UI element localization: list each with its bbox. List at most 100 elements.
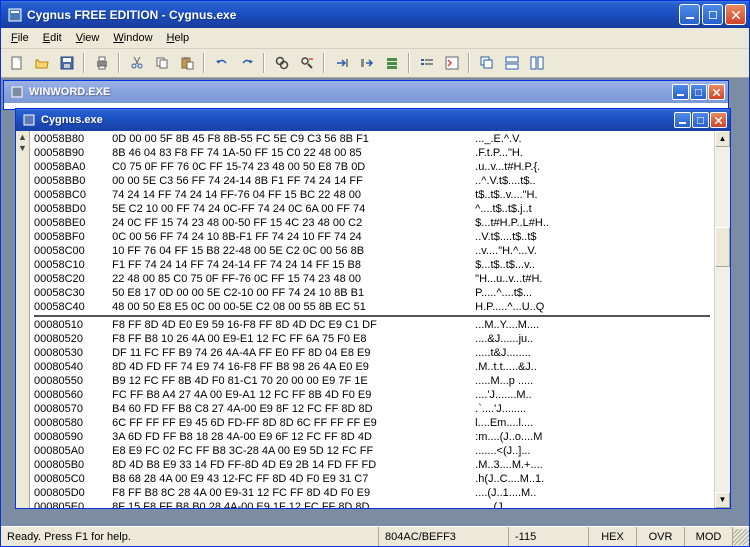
- menu-view[interactable]: View: [70, 30, 106, 46]
- scrollbar-track[interactable]: [715, 147, 730, 492]
- main-window: Cygnus FREE EDITION - Cygnus.exe File Ed…: [0, 0, 750, 547]
- document-icon: [21, 112, 37, 128]
- hex-ascii: .M..t.t.....&J..: [466, 360, 710, 374]
- open-button[interactable]: [30, 52, 53, 74]
- hex-bytes: B8 68 28 4A 00 E9 43 12-FC FF 8D 4D F0 E…: [106, 472, 466, 486]
- hex-row[interactable]: 00058BD0 5E C2 10 00 FF 74 24 0C-FF 74 2…: [34, 202, 710, 216]
- hex-row[interactable]: 00058BA0 C0 75 0F FF 76 0C FF 15-74 23 4…: [34, 160, 710, 174]
- tile-horizontal-button[interactable]: [500, 52, 523, 74]
- undo-button[interactable]: [210, 52, 233, 74]
- menu-help[interactable]: Help: [161, 30, 196, 46]
- hex-ascii: ......(J........: [466, 500, 710, 508]
- hex-row[interactable]: 000805B0 8D 4D B8 E9 33 14 FD FF-8D 4D E…: [34, 458, 710, 472]
- hex-ascii: ^....t$..t$.j..t: [466, 202, 710, 216]
- child-titlebar-cygnus[interactable]: Cygnus.exe: [16, 109, 730, 131]
- hex-address: 00080590: [34, 430, 106, 444]
- child-maximize-button[interactable]: [690, 84, 707, 100]
- menubar: File Edit View Window Help: [1, 28, 749, 49]
- child-title: WINWORD.EXE: [29, 86, 672, 98]
- hex-address: 00080560: [34, 388, 106, 402]
- child-minimize-button[interactable]: [674, 112, 691, 128]
- hex-row[interactable]: 00080590 3A 6D FD FF B8 18 28 4A-00 E9 6…: [34, 430, 710, 444]
- hex-row[interactable]: 00058BB0 00 00 5E C3 56 FF 74 24-14 8B F…: [34, 174, 710, 188]
- minimize-button[interactable]: [679, 4, 700, 25]
- scrollbar-down-button[interactable]: ▼: [715, 492, 730, 508]
- hex-row[interactable]: 00080540 8D 4D FD FF 74 E9 74 16-F8 FF B…: [34, 360, 710, 374]
- hex-row[interactable]: 00080520 F8 FF B8 10 26 4A 00 E9-E1 12 F…: [34, 332, 710, 346]
- status-value: -115: [509, 527, 589, 546]
- scrollbar-up-button[interactable]: ▲: [715, 131, 730, 147]
- scroll-down-icon[interactable]: ▼: [18, 143, 28, 153]
- tile-vertical-button[interactable]: [525, 52, 548, 74]
- maximize-button[interactable]: [702, 4, 723, 25]
- hex-address: 00080530: [34, 346, 106, 360]
- hex-bytes: 10 FF 76 04 FF 15 B8 22-48 00 5E C2 0C 0…: [106, 244, 466, 258]
- hex-row[interactable]: 000805C0 B8 68 28 4A 00 E9 43 12-FC FF 8…: [34, 472, 710, 486]
- status-address: 804AC/BEFF3: [379, 527, 509, 546]
- menu-file[interactable]: File: [5, 30, 35, 46]
- toolbar-separator: [468, 53, 470, 73]
- hex-ascii: t$..t$..v...."H.: [466, 188, 710, 202]
- hex-row[interactable]: 00080550 B9 12 FC FF 8B 4D F0 81-C1 70 2…: [34, 374, 710, 388]
- bookmark-button[interactable]: [380, 52, 403, 74]
- child-close-button[interactable]: [710, 112, 727, 128]
- hex-row[interactable]: 00058B90 8B 46 04 83 F8 FF 74 1A-50 FF 1…: [34, 146, 710, 160]
- hex-row[interactable]: 00080580 6C FF FF FF E9 45 6D FD-FF 8D 8…: [34, 416, 710, 430]
- hex-row[interactable]: 000805A0 E8 E9 FC 02 FC FF B8 3C-28 4A 0…: [34, 444, 710, 458]
- hex-bytes: B9 12 FC FF 8B 4D F0 81-C1 70 20 00 00 E…: [106, 374, 466, 388]
- paste-button[interactable]: [175, 52, 198, 74]
- menu-edit[interactable]: Edit: [37, 30, 68, 46]
- main-title: Cygnus FREE EDITION - Cygnus.exe: [27, 8, 679, 22]
- hex-row[interactable]: 000805D0 F8 FF B8 8C 28 4A 00 E9-31 12 F…: [34, 486, 710, 500]
- find-button[interactable]: [270, 52, 293, 74]
- hex-row[interactable]: 00058BF0 0C 00 56 FF 74 24 10 8B-F1 FF 7…: [34, 230, 710, 244]
- hex-row[interactable]: 00058C40 48 00 50 E8 E5 0C 00 00-5E C2 0…: [34, 300, 710, 314]
- hex-address: 00058C10: [34, 258, 106, 272]
- resize-grip[interactable]: [733, 529, 749, 545]
- hex-row[interactable]: 00080560 FC FF B8 A4 27 4A 00 E9-A1 12 F…: [34, 388, 710, 402]
- hex-row[interactable]: 00058B80 0D 00 00 5F 8B 45 F8 8B-55 FC 5…: [34, 132, 710, 146]
- hex-address: 00080550: [34, 374, 106, 388]
- hex-bytes: 8D 4D FD FF 74 E9 74 16-F8 FF B8 98 26 4…: [106, 360, 466, 374]
- properties-button[interactable]: [440, 52, 463, 74]
- child-titlebar-winword[interactable]: WINWORD.EXE: [4, 81, 728, 103]
- hex-ascii: .`....'J........: [466, 402, 710, 416]
- goto-address-button[interactable]: [355, 52, 378, 74]
- hex-address: 00058C40: [34, 300, 106, 314]
- child-maximize-button[interactable]: [692, 112, 709, 128]
- menu-window[interactable]: Window: [107, 30, 158, 46]
- hex-row[interactable]: 00080530 DF 11 FC FF B9 74 26 4A-4A FF E…: [34, 346, 710, 360]
- hex-view[interactable]: 00058B80 0D 00 00 5F 8B 45 F8 8B-55 FC 5…: [30, 131, 714, 508]
- child-minimize-button[interactable]: [672, 84, 689, 100]
- hex-address: 000805B0: [34, 458, 106, 472]
- hex-row[interactable]: 00058C10 F1 FF 74 24 14 FF 74 24-14 FF 7…: [34, 258, 710, 272]
- hex-row[interactable]: 00058BC0 74 24 14 FF 74 24 14 FF-76 04 F…: [34, 188, 710, 202]
- hex-row[interactable]: 00058C20 22 48 00 85 C0 75 0F FF-76 0C F…: [34, 272, 710, 286]
- hex-bytes: 0C 00 56 FF 74 24 10 8B-F1 FF 74 24 10 F…: [106, 230, 466, 244]
- close-button[interactable]: [725, 4, 746, 25]
- hex-row[interactable]: 00058BE0 24 0C FF 15 74 23 48 00-50 FF 1…: [34, 216, 710, 230]
- hex-row[interactable]: 00058C00 10 FF 76 04 FF 15 B8 22-48 00 5…: [34, 244, 710, 258]
- main-titlebar[interactable]: Cygnus FREE EDITION - Cygnus.exe: [1, 1, 749, 28]
- scrollbar-thumb[interactable]: [715, 227, 730, 267]
- cascade-button[interactable]: [475, 52, 498, 74]
- find-next-button[interactable]: [295, 52, 318, 74]
- window-controls: [679, 4, 746, 25]
- cut-button[interactable]: [125, 52, 148, 74]
- goto-button[interactable]: [330, 52, 353, 74]
- hex-bytes: DF 11 FC FF B9 74 26 4A-4A FF E0 FF 8D 0…: [106, 346, 466, 360]
- new-button[interactable]: [5, 52, 28, 74]
- hex-row[interactable]: 00080570 B4 60 FD FF B8 C8 27 4A-00 E9 8…: [34, 402, 710, 416]
- hex-ascii: H.P.....^...U..Q: [466, 300, 710, 314]
- options-button[interactable]: [415, 52, 438, 74]
- hex-row[interactable]: 00058C30 50 E8 17 0D 00 00 5E C2-10 00 F…: [34, 286, 710, 300]
- print-button[interactable]: [90, 52, 113, 74]
- copy-button[interactable]: [150, 52, 173, 74]
- hex-row[interactable]: 00080510 F8 FF 8D 4D E0 E9 59 16-F8 FF 8…: [34, 318, 710, 332]
- save-button[interactable]: [55, 52, 78, 74]
- redo-button[interactable]: [235, 52, 258, 74]
- hex-ascii: .....t&J........: [466, 346, 710, 360]
- child-close-button[interactable]: [708, 84, 725, 100]
- toolbar-separator: [203, 53, 205, 73]
- hex-row[interactable]: 000805E0 8F 15 F8 FF B8 B0 28 4A-00 E9 1…: [34, 500, 710, 508]
